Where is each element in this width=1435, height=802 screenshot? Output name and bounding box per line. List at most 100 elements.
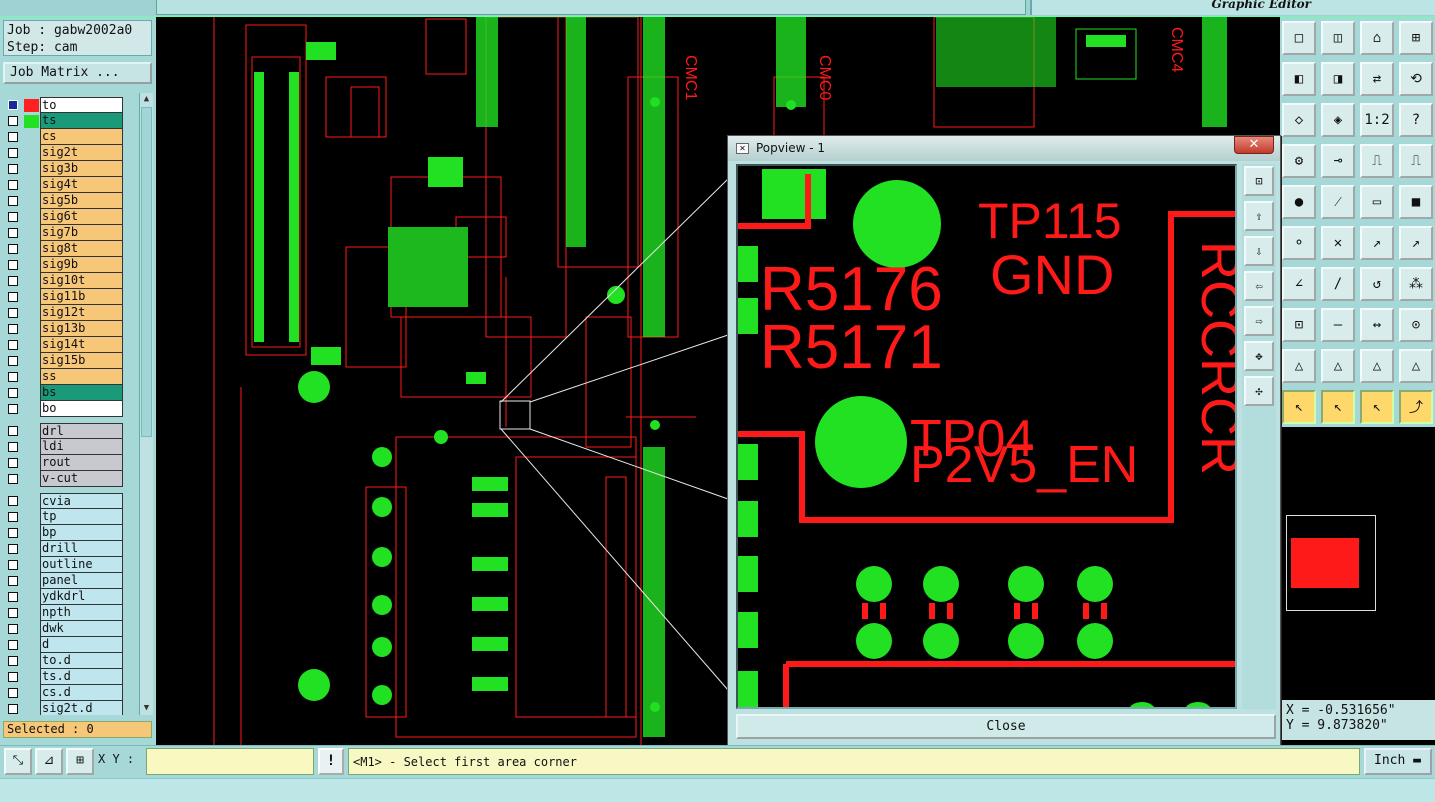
layer-checkbox[interactable] bbox=[8, 608, 18, 618]
pointer-alt-icon[interactable]: ↖ bbox=[1321, 390, 1355, 424]
layer-checkbox[interactable] bbox=[8, 212, 18, 222]
pointer-b-icon[interactable]: ↖ bbox=[1360, 390, 1394, 424]
home-icon[interactable]: ⌂ bbox=[1360, 21, 1394, 55]
layer-checkbox[interactable] bbox=[8, 164, 18, 174]
layer-name[interactable]: ydkdrl bbox=[40, 589, 123, 605]
execute-button[interactable]: ! bbox=[318, 748, 344, 775]
layer-checkbox[interactable] bbox=[8, 560, 18, 570]
zoom-out-icon[interactable]: ✣ bbox=[1244, 376, 1274, 406]
layer-name[interactable]: drill bbox=[40, 541, 123, 557]
angle-icon[interactable]: ∠ bbox=[1282, 267, 1316, 301]
layer-row[interactable]: sig4t bbox=[5, 177, 125, 193]
layer-checkbox[interactable] bbox=[8, 228, 18, 238]
unit-select[interactable]: Inch ▬ bbox=[1364, 748, 1432, 775]
layer-checkbox[interactable] bbox=[8, 576, 18, 586]
layer-row[interactable]: outline bbox=[5, 557, 125, 573]
scale-icon[interactable]: 1:2 bbox=[1360, 103, 1394, 137]
layer-row[interactable]: drl bbox=[5, 423, 125, 439]
layer-checkbox[interactable] bbox=[8, 388, 18, 398]
layer-checkbox[interactable] bbox=[8, 592, 18, 602]
layer-checkbox[interactable] bbox=[8, 528, 18, 538]
layer-row[interactable]: sig6t bbox=[5, 209, 125, 225]
measure-icon[interactable]: ↔ bbox=[1360, 308, 1394, 342]
grid-snap-icon[interactable]: ⊞ bbox=[66, 748, 94, 775]
scroll-up-icon[interactable]: ▲ bbox=[140, 93, 153, 106]
layer-row[interactable]: dwk bbox=[5, 621, 125, 637]
node-icon[interactable]: ⚬ bbox=[1282, 226, 1316, 260]
layer-name[interactable]: sig2t bbox=[40, 145, 123, 161]
layer-name[interactable]: outline bbox=[40, 557, 123, 573]
layer-row[interactable]: npth bbox=[5, 605, 125, 621]
layer-checkbox[interactable] bbox=[8, 640, 18, 650]
layer-name[interactable]: dwk bbox=[40, 621, 123, 637]
layer-name[interactable]: sig10t bbox=[40, 273, 123, 289]
layer-checkbox[interactable] bbox=[8, 624, 18, 634]
layer-row[interactable]: sig2t.d bbox=[5, 701, 125, 715]
layer-name[interactable]: cvia bbox=[40, 493, 123, 509]
layer-row[interactable]: drill bbox=[5, 541, 125, 557]
layer-row[interactable]: bo bbox=[5, 401, 125, 417]
frame-icon[interactable]: □ bbox=[1282, 21, 1316, 55]
layer-checkbox[interactable] bbox=[8, 474, 18, 484]
layer-name[interactable]: sig13b bbox=[40, 321, 123, 337]
slash-icon[interactable]: / bbox=[1321, 267, 1355, 301]
layer-checkbox[interactable] bbox=[8, 260, 18, 270]
layer-row[interactable]: ldi bbox=[5, 439, 125, 455]
layer-name[interactable]: bo bbox=[40, 401, 123, 417]
minus-icon[interactable]: ― bbox=[1321, 308, 1355, 342]
layer-checkbox[interactable] bbox=[8, 180, 18, 190]
layer-up-icon[interactable]: ◫ bbox=[1321, 21, 1355, 55]
triangle-b-icon[interactable]: △ bbox=[1360, 349, 1394, 383]
arrow-icon[interactable]: ↗ bbox=[1360, 226, 1394, 260]
layer-row[interactable]: ydkdrl bbox=[5, 589, 125, 605]
layer-row[interactable]: bs bbox=[5, 385, 125, 401]
layer-row[interactable]: bp bbox=[5, 525, 125, 541]
settings-icon[interactable]: ⚙ bbox=[1282, 144, 1316, 178]
job-matrix-button[interactable]: Job Matrix ... bbox=[3, 62, 152, 84]
layer-name[interactable]: sig11b bbox=[40, 289, 123, 305]
layer-row[interactable]: cs bbox=[5, 129, 125, 145]
layer-checkbox[interactable] bbox=[8, 512, 18, 522]
help-icon[interactable]: ? bbox=[1399, 103, 1433, 137]
circle-icon[interactable]: ⊙ bbox=[1399, 308, 1433, 342]
layers-icon[interactable]: ⎍ bbox=[1360, 144, 1394, 178]
undo-icon[interactable]: ↺ bbox=[1360, 267, 1394, 301]
layer-name[interactable]: ss bbox=[40, 369, 123, 385]
layer-checkbox[interactable] bbox=[8, 340, 18, 350]
layer-name[interactable]: sig14t bbox=[40, 337, 123, 353]
layer-list-scrollbar[interactable]: ▲ ▼ bbox=[139, 93, 153, 715]
layer-row[interactable]: sig5b bbox=[5, 193, 125, 209]
layer-checkbox[interactable] bbox=[8, 132, 18, 142]
layer-name[interactable]: v-cut bbox=[40, 471, 123, 487]
layer-row[interactable]: sig12t bbox=[5, 305, 125, 321]
grid-icon[interactable]: ⊞ bbox=[1399, 21, 1433, 55]
line-icon[interactable]: ⁄ bbox=[1321, 185, 1355, 219]
layer-name[interactable]: sig15b bbox=[40, 353, 123, 369]
diamond-icon[interactable]: ◇ bbox=[1282, 103, 1316, 137]
layer-checkbox[interactable] bbox=[8, 148, 18, 158]
square-icon[interactable]: ■ bbox=[1399, 185, 1433, 219]
scroll-thumb[interactable] bbox=[141, 107, 152, 437]
zoom-in-icon[interactable]: ✥ bbox=[1244, 341, 1274, 371]
layer-name[interactable]: rout bbox=[40, 455, 123, 471]
layer-checkbox[interactable] bbox=[8, 276, 18, 286]
copy-right-icon[interactable]: ◨ bbox=[1321, 62, 1355, 96]
cross-icon[interactable]: ✕ bbox=[1321, 226, 1355, 260]
layer-checkbox[interactable] bbox=[8, 308, 18, 318]
layer-name[interactable]: npth bbox=[40, 605, 123, 621]
layer-name[interactable]: sig8t bbox=[40, 241, 123, 257]
layer-name[interactable]: ts bbox=[40, 113, 123, 129]
arrow-alt-icon[interactable]: ↗ bbox=[1399, 226, 1433, 260]
zoom-area-icon[interactable]: ⤡ bbox=[4, 748, 32, 775]
layer-row[interactable]: rout bbox=[5, 455, 125, 471]
layer-name[interactable]: drl bbox=[40, 423, 123, 439]
layer-name[interactable]: sig7b bbox=[40, 225, 123, 241]
layer-checkbox[interactable] bbox=[8, 292, 18, 302]
layer-checkbox[interactable] bbox=[8, 656, 18, 666]
layer-checkbox[interactable] bbox=[8, 116, 18, 126]
pan-left-icon[interactable]: ⇦ bbox=[1244, 271, 1274, 301]
layer-name[interactable]: ldi bbox=[40, 439, 123, 455]
swap-icon[interactable]: ⇄ bbox=[1360, 62, 1394, 96]
copy-left-icon[interactable]: ◧ bbox=[1282, 62, 1316, 96]
popview-close-button[interactable]: Close bbox=[736, 714, 1276, 739]
